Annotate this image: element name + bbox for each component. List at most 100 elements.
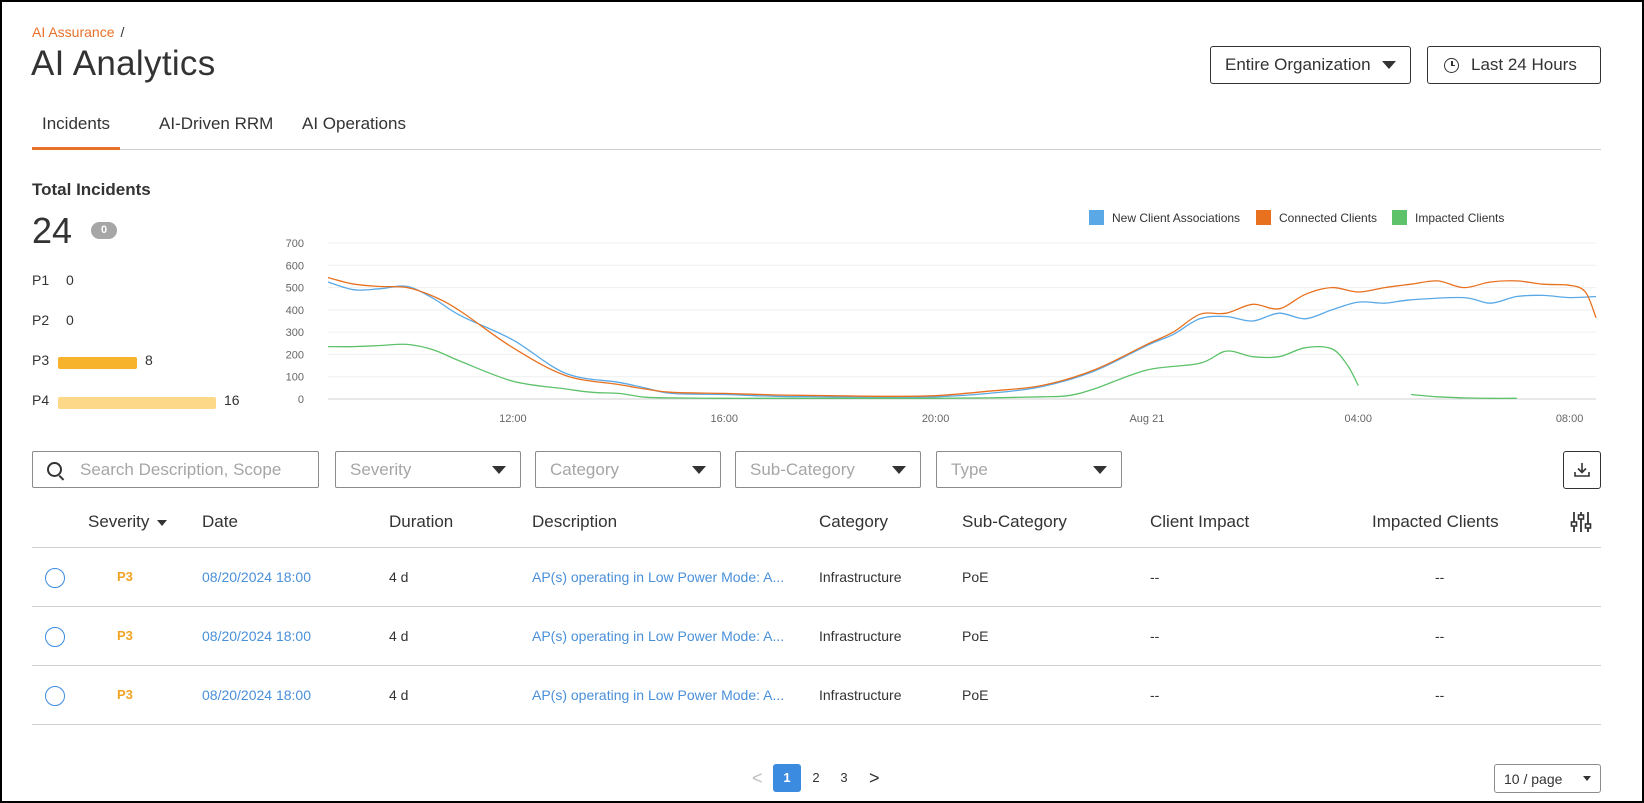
description-link[interactable]: AP(s) operating in Low Power Mode: A...	[532, 569, 784, 585]
download-button[interactable]	[1563, 451, 1601, 489]
y-tick-label: 200	[286, 349, 304, 361]
sub-category-filter-label: Sub-Category	[750, 459, 855, 479]
legend-label: Connected Clients	[1279, 211, 1377, 225]
type-filter[interactable]: Type	[936, 451, 1122, 488]
sub-category-cell: PoE	[962, 569, 989, 585]
priority-bar	[58, 397, 216, 409]
prev-page-button[interactable]: <	[752, 768, 763, 789]
organization-selector[interactable]: Entire Organization	[1210, 46, 1411, 84]
tab-ai-driven-rrm[interactable]: AI-Driven RRM	[149, 114, 283, 150]
column-header-category[interactable]: Category	[819, 512, 888, 532]
tab-incidents[interactable]: Incidents	[32, 114, 121, 150]
duration-cell: 4 d	[389, 628, 409, 644]
x-tick-label: 16:00	[710, 413, 738, 425]
impacted-clients-cell: --	[1435, 628, 1445, 644]
table-row[interactable]: P3 08/20/2024 18:00 4 d AP(s) operating …	[32, 548, 1601, 607]
priority-count: 0	[66, 312, 74, 328]
caret-down-icon	[692, 465, 706, 474]
x-tick-label: 20:00	[922, 413, 950, 425]
priority-label: P3	[32, 352, 50, 368]
column-header-sub-category[interactable]: Sub-Category	[962, 512, 1067, 532]
sub-category-cell: PoE	[962, 628, 989, 644]
organization-selector-label: Entire Organization	[1225, 55, 1371, 74]
legend-label: Impacted Clients	[1415, 211, 1504, 225]
row-select-radio[interactable]	[45, 568, 65, 588]
column-header-description[interactable]: Description	[532, 512, 617, 532]
priority-label: P1	[32, 272, 50, 288]
column-header-label: Severity	[88, 512, 150, 531]
breadcrumb: AI Assurance /	[32, 24, 124, 40]
priority-bar	[58, 357, 137, 369]
y-tick-label: 0	[298, 394, 304, 406]
impacted-clients-cell: --	[1435, 569, 1445, 585]
column-header-date[interactable]: Date	[202, 512, 238, 532]
page-1-button[interactable]: 1	[773, 764, 801, 792]
sort-caret-icon	[157, 519, 168, 526]
category-cell: Infrastructure	[819, 569, 902, 585]
clock-icon	[1444, 57, 1459, 73]
legend-label: New Client Associations	[1112, 211, 1240, 225]
sub-category-filter[interactable]: Sub-Category	[735, 451, 921, 488]
date-link[interactable]: 08/20/2024 18:00	[202, 569, 311, 585]
caret-down-icon	[892, 465, 906, 474]
y-tick-label: 300	[286, 327, 304, 339]
category-filter[interactable]: Category	[535, 451, 721, 488]
new-incidents-badge: 0	[91, 222, 117, 239]
column-header-severity[interactable]: Severity	[88, 512, 168, 532]
tab-ai-operations[interactable]: AI Operations	[292, 114, 416, 150]
client-impact-cell: --	[1150, 569, 1160, 585]
y-tick-label: 600	[286, 260, 304, 272]
description-link[interactable]: AP(s) operating in Low Power Mode: A...	[532, 687, 784, 703]
severity-filter[interactable]: Severity	[335, 451, 521, 488]
y-tick-label: 500	[286, 283, 304, 295]
row-select-radio[interactable]	[45, 627, 65, 647]
series-line-impacted-clients-segment	[1411, 393, 1517, 399]
date-link[interactable]: 08/20/2024 18:00	[202, 628, 311, 644]
sliders-icon	[1570, 512, 1592, 532]
download-icon	[1574, 463, 1590, 477]
page-3-button[interactable]: 3	[830, 764, 858, 792]
caret-down-icon	[1093, 465, 1107, 474]
x-tick-label: 04:00	[1344, 413, 1372, 425]
category-cell: Infrastructure	[819, 628, 902, 644]
table-header: Severity Date Duration Description Categ…	[32, 500, 1601, 548]
tab-bar: Incidents AI-Driven RRM AI Operations	[32, 106, 1601, 150]
type-filter-label: Type	[951, 459, 988, 479]
priority-count: 8	[145, 352, 153, 368]
severity-cell: P3	[117, 628, 133, 643]
legend-swatch	[1256, 210, 1271, 225]
page-size-selector[interactable]: 10 / page	[1494, 764, 1601, 793]
column-header-duration[interactable]: Duration	[389, 512, 453, 532]
client-impact-cell: --	[1150, 628, 1160, 644]
series-line-connected-clients	[327, 276, 1597, 397]
x-tick-label: Aug 21	[1129, 413, 1164, 425]
search-box[interactable]	[32, 451, 319, 488]
impacted-clients-cell: --	[1435, 687, 1445, 703]
duration-cell: 4 d	[389, 687, 409, 703]
column-header-client-impact[interactable]: Client Impact	[1150, 512, 1249, 532]
duration-cell: 4 d	[389, 569, 409, 585]
category-cell: Infrastructure	[819, 687, 902, 703]
search-icon	[47, 462, 62, 477]
date-link[interactable]: 08/20/2024 18:00	[202, 687, 311, 703]
caret-down-icon	[1382, 61, 1396, 69]
time-range-selector[interactable]: Last 24 Hours	[1427, 46, 1601, 84]
y-tick-label: 700	[286, 238, 304, 250]
row-select-radio[interactable]	[45, 686, 65, 706]
page-size-label: 10 / page	[1504, 770, 1563, 787]
x-tick-label: 08:00	[1556, 413, 1584, 425]
search-input[interactable]	[80, 459, 300, 480]
caret-down-icon	[492, 465, 506, 474]
priority-label: P2	[32, 312, 50, 328]
total-incidents-label: Total Incidents	[32, 180, 151, 199]
table-row[interactable]: P3 08/20/2024 18:00 4 d AP(s) operating …	[32, 666, 1601, 725]
priority-count: 0	[66, 272, 74, 288]
column-settings-icon[interactable]	[1569, 510, 1593, 539]
table-row[interactable]: P3 08/20/2024 18:00 4 d AP(s) operating …	[32, 607, 1601, 666]
column-header-impacted-clients[interactable]: Impacted Clients	[1372, 512, 1499, 532]
next-page-button[interactable]: >	[869, 768, 880, 789]
breadcrumb-link-ai-assurance[interactable]: AI Assurance	[32, 24, 115, 40]
description-link[interactable]: AP(s) operating in Low Power Mode: A...	[532, 628, 784, 644]
category-filter-label: Category	[550, 459, 619, 479]
page-2-button[interactable]: 2	[802, 764, 830, 792]
